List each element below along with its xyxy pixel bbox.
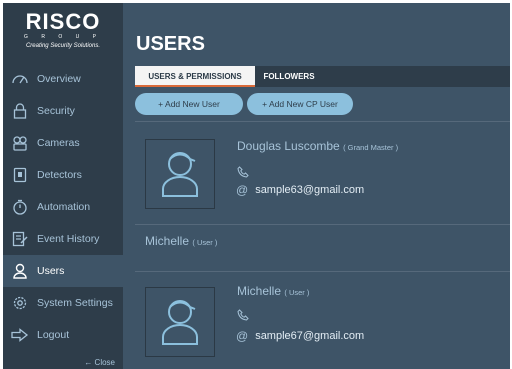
- avatar-icon: [162, 300, 198, 345]
- lock-icon: [3, 103, 37, 119]
- sidebar-item-label: Users: [37, 265, 65, 277]
- sidebar-item-users[interactable]: Users: [3, 255, 123, 287]
- close-sidebar-button[interactable]: ← Close: [84, 358, 115, 367]
- detector-icon: [3, 167, 37, 183]
- user-email-text: sample67@gmail.com: [255, 330, 365, 342]
- app-window: RISCO G R O U P Creating Security Soluti…: [3, 3, 510, 369]
- sidebar-item-label: Security: [37, 105, 75, 117]
- tab-followers[interactable]: FOLLOWERS: [255, 66, 323, 87]
- page-title: USERS: [136, 33, 205, 55]
- gear-icon: [3, 295, 37, 311]
- logo-brand: RISCO: [25, 9, 101, 34]
- email-icon: @: [236, 183, 249, 197]
- divider: [135, 121, 510, 122]
- divider: [135, 224, 510, 225]
- history-icon: [3, 231, 37, 247]
- sidebar-item-overview[interactable]: Overview: [3, 63, 123, 95]
- add-new-cp-user-button[interactable]: + Add New CP User: [247, 93, 353, 115]
- email-icon: @: [236, 329, 249, 343]
- divider: [135, 271, 510, 272]
- user-name[interactable]: Michelle ( User ): [237, 284, 309, 300]
- user-email-text: sample63@gmail.com: [255, 184, 365, 196]
- main-content: USERS USERS & PERMISSIONS FOLLOWERS + Ad…: [123, 3, 510, 369]
- add-new-user-button[interactable]: + Add New User: [135, 93, 243, 115]
- user-avatar[interactable]: [145, 287, 215, 357]
- avatar-icon: [162, 152, 198, 197]
- sidebar-item-cameras[interactable]: Cameras: [3, 127, 123, 159]
- user-name[interactable]: Douglas Luscombe ( Grand Master ): [237, 139, 398, 155]
- user-name[interactable]: Michelle ( User ): [145, 234, 217, 250]
- sidebar-item-system-settings[interactable]: System Settings: [3, 287, 123, 319]
- phone-icon[interactable]: [237, 165, 249, 183]
- sidebar-item-label: Cameras: [37, 137, 80, 149]
- user-avatar[interactable]: [145, 139, 215, 209]
- user-role: ( User ): [284, 288, 310, 297]
- sidebar-item-detectors[interactable]: Detectors: [3, 159, 123, 191]
- sidebar-item-automation[interactable]: Automation: [3, 191, 123, 223]
- user-email: @ sample63@gmail.com: [236, 184, 364, 197]
- sidebar-item-logout[interactable]: Logout: [3, 319, 123, 351]
- user-role: ( Grand Master ): [343, 143, 399, 152]
- user-email: @ sample67@gmail.com: [236, 330, 364, 343]
- user-role: ( User ): [192, 238, 218, 247]
- user-name-text: Michelle: [145, 234, 190, 248]
- user-icon: [3, 263, 37, 279]
- sidebar-item-label: Detectors: [37, 169, 82, 181]
- logo-group: G R O U P: [24, 34, 102, 40]
- user-name-text: Douglas Luscombe: [237, 139, 340, 153]
- automation-icon: [3, 199, 37, 215]
- tab-bar: USERS & PERMISSIONS FOLLOWERS: [135, 66, 510, 87]
- overview-icon: [3, 72, 37, 86]
- sidebar-item-security[interactable]: Security: [3, 95, 123, 127]
- sidebar-item-label: Overview: [37, 73, 81, 85]
- sidebar-item-event-history[interactable]: Event History: [3, 223, 123, 255]
- risco-logo: RISCO G R O U P Creating Security Soluti…: [3, 3, 123, 61]
- sidebar-nav: Overview Security Cameras Detectors Auto…: [3, 63, 123, 351]
- logout-icon: [3, 328, 37, 342]
- sidebar-item-label: Logout: [37, 329, 70, 341]
- sidebar-item-label: Event History: [37, 233, 100, 245]
- sidebar: RISCO G R O U P Creating Security Soluti…: [3, 3, 123, 369]
- user-name-text: Michelle: [237, 284, 282, 298]
- tab-users-permissions[interactable]: USERS & PERMISSIONS: [135, 66, 255, 87]
- camera-icon: [3, 135, 37, 151]
- logo-tagline: Creating Security Solutions.: [25, 43, 101, 49]
- phone-icon[interactable]: [237, 308, 249, 326]
- sidebar-item-label: Automation: [37, 201, 91, 213]
- sidebar-item-label: System Settings: [37, 297, 113, 309]
